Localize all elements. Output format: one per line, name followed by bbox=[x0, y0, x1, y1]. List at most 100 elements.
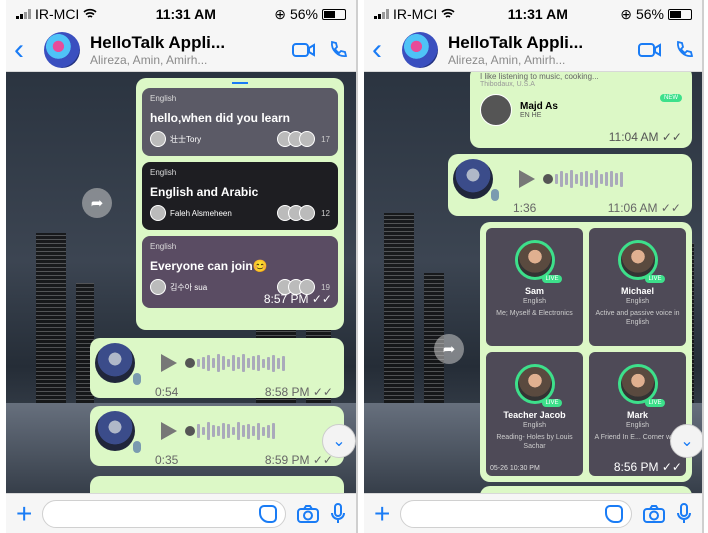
phone-call-icon[interactable] bbox=[674, 40, 694, 60]
sender-avatar bbox=[453, 159, 499, 201]
status-bar: IR-MCI 11:31 AM ⊕ 56% bbox=[364, 0, 702, 28]
teacher-card[interactable]: LIVE Sam English Me; Myself & Electronic… bbox=[486, 228, 583, 346]
lesson-title: Me; Myself & Electronics bbox=[496, 310, 573, 317]
listener-count: 12 bbox=[321, 208, 330, 218]
room-title: Everyone can join😊 bbox=[150, 259, 268, 273]
clock: 11:31 AM bbox=[155, 6, 216, 22]
room-card[interactable]: English English and Arabic Faleh Alsmehe… bbox=[142, 162, 338, 230]
message-time: 8:57 PM ✓✓ bbox=[263, 292, 332, 306]
microphone-icon[interactable] bbox=[330, 502, 346, 525]
chat-members: Alireza, Amin, Amirh... bbox=[448, 52, 566, 67]
host-avatar bbox=[150, 279, 166, 295]
room-title: hello,when did you learn bbox=[150, 111, 291, 125]
left-phone-screen: IR-MCI 11:31 AM ⊕ 56% ‹ HelloTalk Appli.… bbox=[6, 0, 358, 533]
orientation-lock-icon: ⊕ bbox=[620, 5, 632, 22]
back-chevron-icon[interactable]: ‹ bbox=[14, 34, 44, 65]
voice-waveform[interactable] bbox=[185, 353, 285, 373]
teacher-avatar: LIVE bbox=[617, 364, 665, 407]
profile-avatar bbox=[480, 94, 512, 126]
teacher-card[interactable]: LIVE Mark English A Friend In E... Corne… bbox=[589, 352, 686, 476]
profile-langs: EN HE bbox=[520, 112, 542, 119]
voice-message: 1:36 11:06 AM ✓✓ bbox=[448, 154, 692, 216]
voice-duration: 1:36 bbox=[513, 201, 537, 215]
signal-icon bbox=[16, 9, 31, 19]
sender-avatar bbox=[95, 343, 141, 385]
message-time: 8:58 PM ✓✓ bbox=[264, 385, 333, 399]
host-name: 壮士Tory bbox=[170, 134, 202, 144]
battery-percent: 56% bbox=[289, 6, 318, 22]
forward-icon[interactable]: ➦ bbox=[434, 334, 464, 364]
status-bar: IR-MCI 11:31 AM ⊕ 56% bbox=[6, 0, 356, 28]
video-call-icon[interactable] bbox=[638, 42, 662, 58]
host-avatar bbox=[150, 205, 166, 221]
teacher-list-message: LIVE Sam English Me; Myself & Electronic… bbox=[480, 222, 692, 482]
wifi-icon bbox=[441, 6, 455, 22]
message-input[interactable] bbox=[42, 499, 286, 528]
lesson-title: Reading- Holes by Louis Sachar bbox=[496, 434, 573, 451]
listener-count: 17 bbox=[321, 134, 330, 144]
camera-icon[interactable] bbox=[296, 504, 320, 524]
chat-title: HelloTalk Appli... bbox=[90, 32, 226, 52]
voice-message bbox=[90, 476, 344, 493]
teacher-name: Sam bbox=[524, 286, 544, 296]
chat-header: ‹ HelloTalk Appli... Alireza, Amin, Amir… bbox=[6, 28, 356, 72]
microphone-icon[interactable] bbox=[676, 502, 692, 525]
signal-icon bbox=[374, 9, 389, 19]
sender-avatar bbox=[95, 411, 141, 453]
composer-bar: + bbox=[6, 493, 356, 533]
sticker-icon[interactable] bbox=[605, 504, 623, 523]
chat-members: Alireza, Amin, Amirh... bbox=[90, 52, 208, 67]
teacher-name: Teacher Jacob bbox=[503, 410, 566, 420]
voice-waveform[interactable] bbox=[543, 169, 623, 189]
voice-duration: 0:54 bbox=[155, 385, 179, 399]
plus-icon[interactable]: + bbox=[374, 499, 390, 528]
wifi-icon bbox=[83, 6, 97, 22]
voice-waveform[interactable] bbox=[185, 421, 275, 441]
group-avatar[interactable] bbox=[402, 31, 438, 68]
scroll-down-icon[interactable]: ⌄ bbox=[670, 424, 702, 458]
chat-title: HelloTalk Appli... bbox=[448, 32, 584, 52]
teacher-avatar: LIVE bbox=[514, 240, 562, 283]
teacher-name: Michael bbox=[620, 286, 654, 296]
message-time: 8:59 PM ✓✓ bbox=[264, 453, 333, 467]
back-chevron-icon[interactable]: ‹ bbox=[372, 34, 402, 65]
listener-count: 19 bbox=[321, 282, 330, 292]
group-avatar[interactable] bbox=[44, 31, 80, 68]
message-time: 11:06 AM ✓✓ bbox=[607, 201, 681, 215]
phone-call-icon[interactable] bbox=[328, 40, 348, 60]
chat-title-area[interactable]: HelloTalk Appli... Alireza, Amin, Amirh.… bbox=[448, 33, 626, 67]
battery-icon bbox=[668, 8, 692, 20]
battery-icon bbox=[322, 8, 346, 20]
lesson-date: 05-26 10:30 PM bbox=[490, 465, 540, 472]
teacher-card[interactable]: LIVE Michael English Active and passive … bbox=[589, 228, 686, 346]
new-badge: NEW bbox=[660, 94, 682, 102]
message-time: 8:56 PM ✓✓ bbox=[613, 460, 682, 474]
play-icon[interactable] bbox=[519, 170, 535, 188]
composer-bar: + bbox=[364, 493, 702, 533]
room-card[interactable]: English hello,when did you learn 壮士Tory … bbox=[142, 88, 338, 156]
teacher-name: Mark bbox=[626, 410, 648, 420]
host-name: Faleh Alsmeheen bbox=[170, 208, 232, 218]
voice-message: 0:35 8:59 PM ✓✓ bbox=[90, 406, 344, 467]
chat-title-area[interactable]: HelloTalk Appli... Alireza, Amin, Amirh.… bbox=[90, 33, 280, 67]
video-call-icon[interactable] bbox=[292, 42, 316, 58]
teacher-card[interactable]: LIVE Teacher Jacob English Reading- Hole… bbox=[486, 352, 583, 476]
play-icon[interactable] bbox=[161, 354, 177, 372]
camera-icon[interactable] bbox=[642, 504, 666, 524]
host-name: 김수아 sua bbox=[170, 282, 208, 292]
play-icon[interactable] bbox=[161, 422, 177, 440]
clock: 11:31 AM bbox=[507, 6, 568, 22]
room-card[interactable]: English Everyone can join😊 김수아 sua 19 8:… bbox=[142, 236, 338, 308]
message-time: 11:04 AM ✓✓ bbox=[608, 130, 682, 144]
battery-percent: 56% bbox=[635, 6, 664, 22]
orientation-lock-icon: ⊕ bbox=[274, 5, 286, 22]
chat-header: ‹ HelloTalk Appli... Alireza, Amin, Amir… bbox=[364, 28, 702, 72]
chat-background: English hello,when did you learn 壮士Tory … bbox=[6, 72, 356, 493]
plus-icon[interactable]: + bbox=[16, 499, 32, 528]
room-list-bubble: English hello,when did you learn 壮士Tory … bbox=[136, 78, 344, 330]
forward-icon[interactable]: ➦ bbox=[82, 188, 112, 218]
carrier: IR-MCI bbox=[393, 6, 438, 22]
sticker-icon[interactable] bbox=[259, 504, 277, 523]
scroll-down-icon[interactable]: ⌄ bbox=[322, 424, 356, 458]
message-input[interactable] bbox=[400, 499, 632, 528]
